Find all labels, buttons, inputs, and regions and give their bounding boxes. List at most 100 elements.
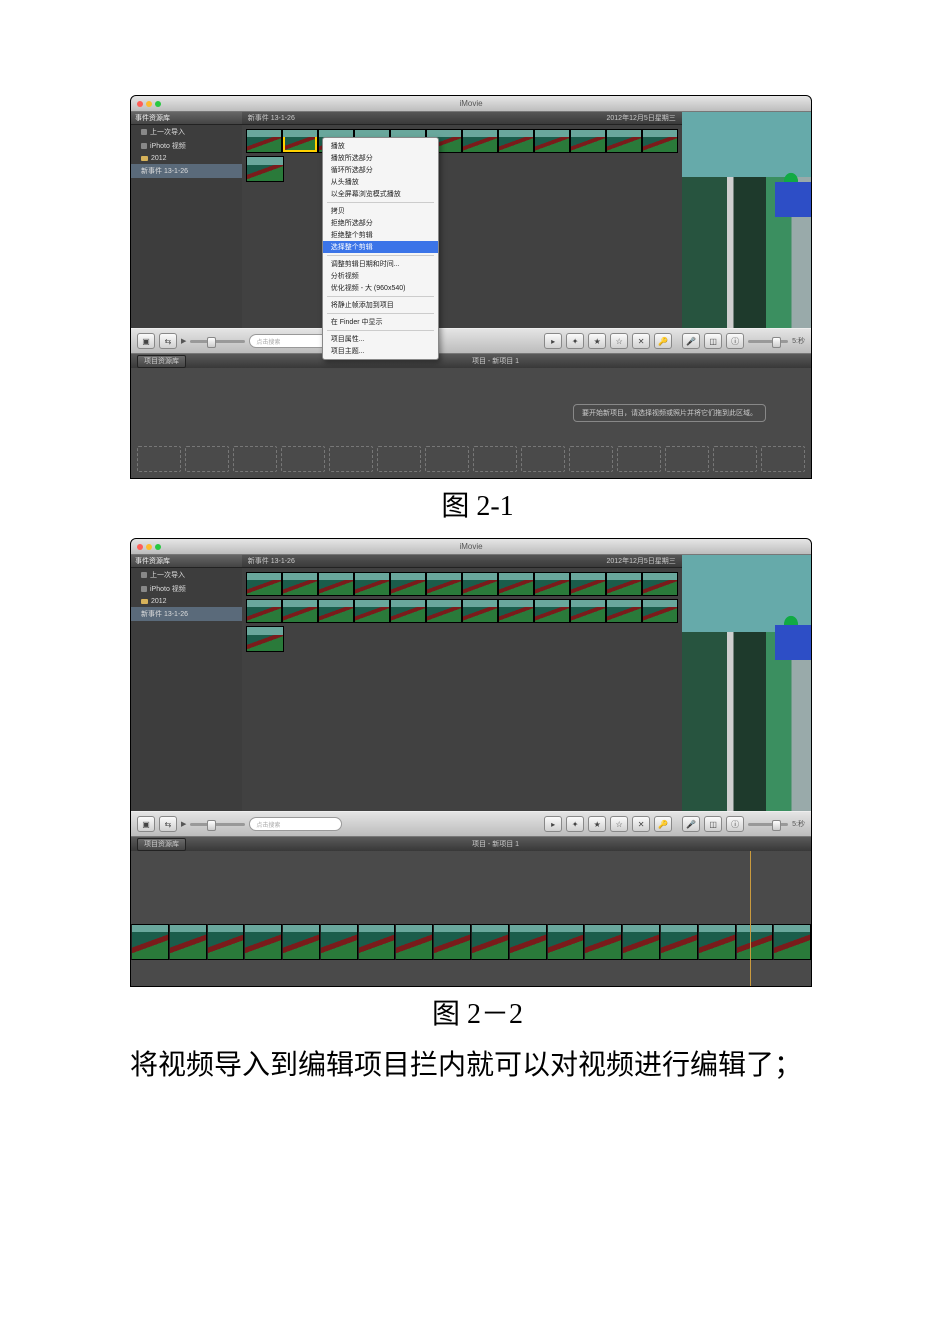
timeline-thumb[interactable] bbox=[358, 924, 396, 960]
reject-button[interactable]: ✕ bbox=[632, 816, 650, 832]
clip-strip-row[interactable] bbox=[246, 572, 678, 596]
timeline-thumb[interactable] bbox=[622, 924, 660, 960]
thumb-size-knob[interactable] bbox=[772, 337, 781, 348]
timeline-thumb[interactable] bbox=[471, 924, 509, 960]
timeline-thumb[interactable] bbox=[547, 924, 585, 960]
arrow-tool-button[interactable]: ▸ bbox=[544, 816, 562, 832]
context-menu[interactable]: 播放 播放所选部分 循环所选部分 从头播放 以全屏幕浏览模式播放 拷贝 拒绝所选… bbox=[322, 137, 439, 360]
clips-area[interactable] bbox=[242, 568, 682, 811]
project-timeline[interactable]: 要开始新项目，请选择视频或照片并将它们拖到此区域。 bbox=[131, 368, 811, 478]
clip-thumb[interactable] bbox=[534, 129, 570, 153]
ctx-analyze[interactable]: 分析视频 bbox=[323, 270, 438, 282]
zoom-icon[interactable] bbox=[155, 101, 161, 107]
clip-thumb[interactable] bbox=[390, 599, 426, 623]
clip-strip-row[interactable] bbox=[246, 599, 678, 623]
crop-button[interactable]: ◫ bbox=[704, 333, 722, 349]
clip-thumb[interactable] bbox=[642, 572, 678, 596]
clip-thumb[interactable] bbox=[318, 572, 354, 596]
clip-thumb[interactable] bbox=[246, 572, 282, 596]
play-icon[interactable]: ▶ bbox=[181, 820, 186, 828]
ctx-show-in-finder[interactable]: 在 Finder 中显示 bbox=[323, 316, 438, 328]
clip-thumb[interactable] bbox=[498, 599, 534, 623]
timeline-thumb[interactable] bbox=[509, 924, 547, 960]
favorite-button[interactable]: ✦ bbox=[566, 333, 584, 349]
mic-button[interactable]: 🎤 bbox=[682, 333, 700, 349]
mic-button[interactable]: 🎤 bbox=[682, 816, 700, 832]
search-input[interactable]: 点击搜索 bbox=[249, 817, 342, 831]
play-icon[interactable]: ▶ bbox=[181, 337, 186, 345]
clip-thumb[interactable] bbox=[570, 572, 606, 596]
ctx-play-selection[interactable]: 播放所选部分 bbox=[323, 152, 438, 164]
timeline-thumb[interactable] bbox=[736, 924, 774, 960]
timeline-thumb[interactable] bbox=[320, 924, 358, 960]
clip-thumb[interactable] bbox=[498, 129, 534, 153]
clip-thumb[interactable] bbox=[354, 572, 390, 596]
sidebar-item-iphoto[interactable]: iPhoto 视频 bbox=[131, 582, 242, 596]
timeline-clip-strip[interactable] bbox=[131, 924, 811, 960]
clip-thumb-single[interactable] bbox=[246, 156, 284, 182]
timeline-thumb[interactable] bbox=[660, 924, 698, 960]
project-library-button[interactable]: 项目资源库 bbox=[137, 838, 186, 851]
close-icon[interactable] bbox=[137, 544, 143, 550]
clip-thumb[interactable] bbox=[318, 599, 354, 623]
zoom-slider[interactable] bbox=[190, 340, 245, 343]
close-icon[interactable] bbox=[137, 101, 143, 107]
camera-import-button[interactable]: ▣ bbox=[137, 333, 155, 349]
timeline-thumb[interactable] bbox=[584, 924, 622, 960]
clip-thumb[interactable] bbox=[462, 599, 498, 623]
ctx-play[interactable]: 播放 bbox=[323, 140, 438, 152]
clip-thumb-single[interactable] bbox=[246, 626, 284, 652]
clip-thumb[interactable] bbox=[570, 129, 606, 153]
ctx-loop-selection[interactable]: 循环所选部分 bbox=[323, 164, 438, 176]
sidebar-item-2012[interactable]: 2012 bbox=[131, 596, 242, 607]
ctx-copy[interactable]: 拷贝 bbox=[323, 205, 438, 217]
favorite-button[interactable]: ✦ bbox=[566, 816, 584, 832]
timeline-thumb[interactable] bbox=[395, 924, 433, 960]
timeline-thumb[interactable] bbox=[207, 924, 245, 960]
zoom-knob[interactable] bbox=[207, 337, 216, 348]
clip-thumb[interactable] bbox=[606, 129, 642, 153]
zoom-slider[interactable] bbox=[190, 823, 245, 826]
clip-thumb-selected[interactable] bbox=[282, 129, 318, 153]
minimize-icon[interactable] bbox=[146, 101, 152, 107]
timeline-thumb[interactable] bbox=[433, 924, 471, 960]
thumb-size-slider[interactable] bbox=[748, 823, 788, 826]
star-button[interactable]: ★ bbox=[588, 816, 606, 832]
arrow-tool-button[interactable]: ▸ bbox=[544, 333, 562, 349]
event-sidebar[interactable]: 事件资源库 上一次导入 iPhoto 视频 2012 新事件 13-1-26 bbox=[131, 555, 242, 811]
ctx-add-still[interactable]: 将静止帧添加到项目 bbox=[323, 299, 438, 311]
zoom-icon[interactable] bbox=[155, 544, 161, 550]
ctx-project-theme[interactable]: 项目主题... bbox=[323, 345, 438, 357]
reject-button[interactable]: ✕ bbox=[632, 333, 650, 349]
event-browser[interactable]: 新事件 13-1-26 2012年12月5日星期三 bbox=[242, 112, 682, 328]
clip-thumb[interactable] bbox=[606, 572, 642, 596]
clip-thumb[interactable] bbox=[426, 572, 462, 596]
zoom-knob[interactable] bbox=[207, 820, 216, 831]
clip-thumb[interactable] bbox=[534, 599, 570, 623]
sidebar-item-event[interactable]: 新事件 13-1-26 bbox=[131, 607, 242, 621]
ctx-project-properties[interactable]: 项目属性... bbox=[323, 333, 438, 345]
thumb-size-slider[interactable] bbox=[748, 340, 788, 343]
project-library-button[interactable]: 项目资源库 bbox=[137, 355, 186, 368]
camera-import-button[interactable]: ▣ bbox=[137, 816, 155, 832]
playhead[interactable] bbox=[750, 851, 751, 986]
unmark-button[interactable]: ☆ bbox=[610, 333, 628, 349]
project-timeline[interactable] bbox=[131, 851, 811, 986]
inspector-button[interactable]: ⓘ bbox=[726, 816, 744, 832]
swap-button[interactable]: ⇆ bbox=[159, 333, 177, 349]
thumb-size-knob[interactable] bbox=[772, 820, 781, 831]
event-browser[interactable]: 新事件 13-1-26 2012年12月5日星期三 bbox=[242, 555, 682, 811]
timeline-thumb[interactable] bbox=[169, 924, 207, 960]
clip-thumb[interactable] bbox=[426, 599, 462, 623]
ctx-reject-selection[interactable]: 拒绝所选部分 bbox=[323, 217, 438, 229]
clip-thumb[interactable] bbox=[354, 599, 390, 623]
unmark-button[interactable]: ☆ bbox=[610, 816, 628, 832]
clip-thumb[interactable] bbox=[642, 129, 678, 153]
clip-thumb[interactable] bbox=[498, 572, 534, 596]
minimize-icon[interactable] bbox=[146, 544, 152, 550]
timeline-thumb[interactable] bbox=[698, 924, 736, 960]
swap-button[interactable]: ⇆ bbox=[159, 816, 177, 832]
ctx-optimize[interactable]: 优化视频 - 大 (960x540) bbox=[323, 282, 438, 294]
sidebar-item-2012[interactable]: 2012 bbox=[131, 153, 242, 164]
traffic-lights[interactable] bbox=[131, 544, 161, 550]
